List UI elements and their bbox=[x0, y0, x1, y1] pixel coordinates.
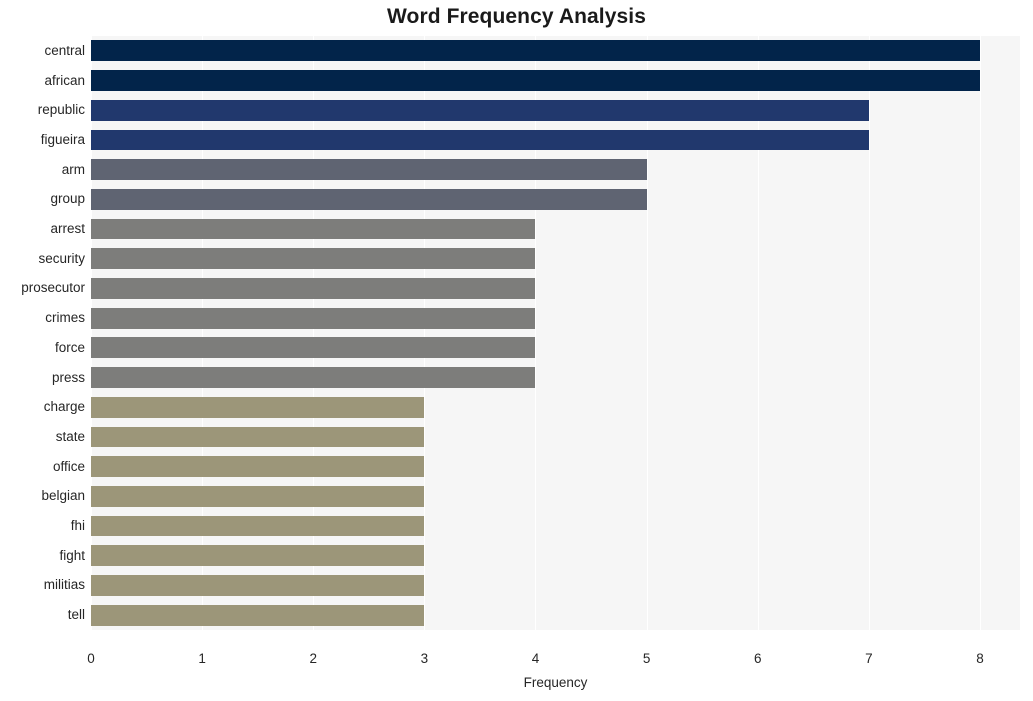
bar bbox=[91, 188, 647, 210]
bar-row bbox=[91, 188, 1020, 210]
bar-row bbox=[91, 367, 1020, 388]
bar-row bbox=[91, 307, 1020, 329]
y-tick-label: force bbox=[54, 339, 85, 355]
bar-row bbox=[91, 575, 1020, 596]
bar-row bbox=[91, 604, 1020, 626]
bar bbox=[91, 218, 536, 240]
bar bbox=[91, 337, 536, 359]
x-tick-label: 4 bbox=[531, 651, 540, 666]
bar bbox=[91, 396, 425, 418]
y-tick-label: republic bbox=[37, 102, 85, 118]
y-axis-tick-labels: central african republic figueira arm group ar… bbox=[0, 36, 85, 630]
y-tick-label: security bbox=[38, 250, 85, 266]
y-tick-label: prosecutor bbox=[21, 280, 85, 296]
bar bbox=[91, 159, 647, 181]
bar bbox=[91, 575, 425, 596]
bar-row bbox=[91, 337, 1020, 359]
bar-row bbox=[91, 40, 1020, 62]
bar-row bbox=[91, 485, 1020, 507]
y-tick-label: african bbox=[44, 72, 85, 88]
x-axis-title: Frequency bbox=[523, 675, 588, 690]
x-tick-label: 1 bbox=[198, 651, 206, 666]
bar bbox=[91, 70, 980, 91]
y-tick-label: state bbox=[55, 428, 85, 444]
bar bbox=[91, 456, 425, 478]
y-tick-label: belgian bbox=[41, 488, 85, 504]
bar bbox=[91, 278, 536, 299]
y-tick-label: fhi bbox=[70, 518, 85, 534]
x-tick-label: 5 bbox=[642, 651, 651, 666]
bar-row bbox=[91, 396, 1020, 418]
bar-row bbox=[91, 218, 1020, 240]
bar-row bbox=[91, 99, 1020, 121]
chart-figure: Word Frequency Analysis central african re… bbox=[0, 0, 1033, 701]
x-tick-label: 7 bbox=[865, 651, 873, 666]
bar bbox=[91, 248, 536, 270]
y-tick-label: press bbox=[51, 369, 85, 385]
bar bbox=[91, 604, 425, 626]
y-tick-label: charge bbox=[43, 399, 85, 415]
y-tick-label: office bbox=[52, 458, 85, 474]
y-tick-label: group bbox=[50, 191, 85, 207]
x-tick-label: 8 bbox=[976, 651, 984, 666]
bar-row bbox=[91, 545, 1020, 567]
y-tick-label: central bbox=[44, 42, 85, 58]
bar-row bbox=[91, 426, 1020, 448]
x-tick-label: 2 bbox=[309, 651, 317, 666]
bar bbox=[91, 545, 425, 567]
y-tick-label: militias bbox=[43, 577, 85, 593]
bar-row bbox=[91, 159, 1020, 181]
x-tick-label: 6 bbox=[753, 651, 762, 666]
bar bbox=[91, 485, 425, 507]
bars-layer bbox=[91, 36, 1020, 630]
y-tick-label: crimes bbox=[45, 310, 85, 326]
bar bbox=[91, 40, 980, 62]
bar-row bbox=[91, 248, 1020, 270]
x-axis-tick-labels: 0 1 2 3 4 5 6 7 8 bbox=[87, 630, 1020, 665]
bar bbox=[91, 99, 869, 121]
bar-row bbox=[91, 515, 1020, 537]
bar bbox=[91, 515, 425, 537]
bar bbox=[91, 129, 869, 151]
x-tick-label: 0 bbox=[87, 651, 95, 666]
y-tick-label: arrest bbox=[50, 221, 85, 237]
bar bbox=[91, 367, 536, 388]
plot-area bbox=[91, 36, 1020, 630]
bar-row bbox=[91, 456, 1020, 478]
x-tick-label: 3 bbox=[420, 651, 429, 666]
chart-title: Word Frequency Analysis bbox=[386, 5, 647, 28]
bar-row bbox=[91, 70, 1020, 91]
y-tick-label: fight bbox=[59, 547, 85, 563]
bar bbox=[91, 307, 536, 329]
bar bbox=[91, 426, 425, 448]
bar-row bbox=[91, 129, 1020, 151]
bar-row bbox=[91, 278, 1020, 299]
y-tick-label: tell bbox=[67, 607, 85, 623]
y-tick-label: figueira bbox=[40, 131, 85, 147]
y-tick-label: arm bbox=[61, 161, 85, 177]
